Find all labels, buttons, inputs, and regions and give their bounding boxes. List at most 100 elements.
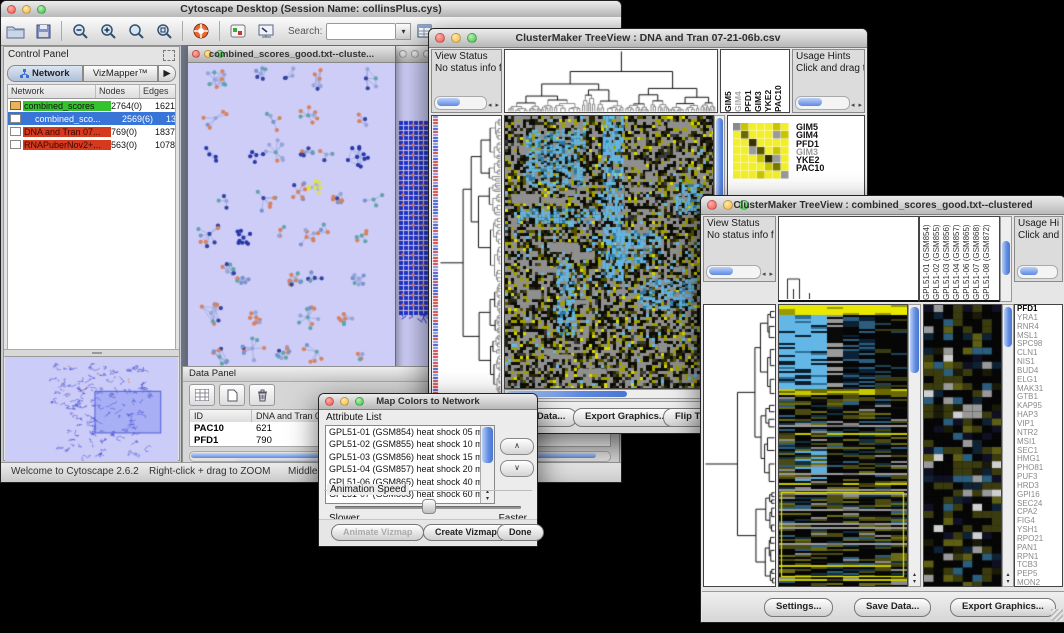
tab-overflow-arrow[interactable]: ▶	[158, 65, 176, 82]
dialog-titlebar[interactable]: Map Colors to Network	[319, 394, 537, 410]
gene-list: PFD1YRA1RNR4MSL1SPC98CLN1NIS1BUD4ELG1MAK…	[1015, 305, 1062, 587]
window-title: Cytoscape Desktop (Session Name: collins…	[1, 3, 621, 15]
attribute-list-scrollbar[interactable]: ▴▾	[480, 426, 494, 503]
done-button[interactable]: Done	[497, 524, 544, 541]
usage-hints-text: Click and drag tc	[793, 62, 864, 74]
network-frame-titlebar[interactable]: combined_scores_good.txt--cluste...	[188, 46, 395, 63]
scroll-arrows-icon[interactable]: ◂ ▸	[488, 101, 500, 109]
zoom-vertical-scrollbar[interactable]: ▴▾	[1002, 304, 1014, 587]
correlation-thumbnail-canvas[interactable]	[733, 123, 789, 179]
status-middle-hint: Middle-	[288, 466, 321, 477]
row-labels: GIM5GIM4PFD1GIM3YKE2PAC10	[796, 123, 824, 173]
heatmap-vertical-scrollbar[interactable]: ▴▾	[908, 304, 921, 587]
network-row[interactable]: RNAPuberNov2+... 563(0) 107847(0)	[8, 138, 175, 151]
scroll-arrows-icon[interactable]: ◂ ▸	[762, 270, 774, 278]
attribute-item[interactable]: GPL51-02 (GSM855) heat shock 10 min	[326, 438, 494, 450]
network-row[interactable]: combined_sco... 2569(6) 13112(15)	[8, 112, 175, 125]
annotation-icon[interactable]	[254, 20, 278, 42]
column-label[interactable]: GPL51-04 (GSM857)	[952, 217, 962, 300]
delete-attribute-icon[interactable]	[249, 384, 275, 406]
row-dendrogram-canvas[interactable]	[432, 116, 501, 396]
resize-grip-icon[interactable]	[1051, 609, 1063, 621]
network-file-icon	[10, 140, 21, 149]
usage-hints-label: Usage Hints	[793, 50, 864, 62]
heatmap-canvas[interactable]	[779, 305, 907, 586]
help-icon[interactable]	[189, 20, 213, 42]
column-label[interactable]: GPL51-02 (GSM855)	[932, 217, 942, 300]
usage-hints-panel: Usage Hi Click and	[1014, 216, 1063, 282]
zoom-fit-icon[interactable]	[124, 20, 148, 42]
attribute-table-icon[interactable]	[189, 384, 215, 406]
network-overview-canvas[interactable]	[5, 356, 178, 461]
column-label[interactable]: YKE2	[763, 50, 773, 112]
heatmap-canvas[interactable]	[505, 116, 713, 388]
view-status-scrollbar[interactable]	[706, 265, 761, 279]
heatmap-panel	[778, 304, 908, 587]
network-row[interactable]: DNA and Tran 07... 769(0) 183728(0)	[8, 125, 175, 138]
column-dendrogram-canvas[interactable]	[505, 50, 717, 112]
move-up-button[interactable]: ∧	[500, 438, 534, 455]
attribute-item[interactable]: GPL51-03 (GSM856) heat shock 15 min	[326, 451, 494, 463]
column-label[interactable]: GIM5	[723, 50, 733, 112]
column-dendrogram-panel	[504, 49, 718, 113]
treeview-window-combined: ClusterMaker TreeView : combined_scores_…	[700, 195, 1064, 623]
move-down-button[interactable]: ∨	[500, 460, 534, 477]
minimize-icon[interactable]	[411, 50, 419, 58]
slider-thumb[interactable]	[422, 499, 436, 514]
gene-label[interactable]: MON2	[1015, 579, 1062, 587]
column-label[interactable]: PAC10	[773, 50, 783, 112]
column-label[interactable]: GIM3	[753, 50, 763, 112]
search-input[interactable]	[326, 23, 396, 40]
tab-vizmapper[interactable]: VizMapper™	[83, 65, 159, 82]
new-attribute-icon[interactable]	[219, 384, 245, 406]
search-dropdown-icon[interactable]: ▾	[396, 23, 411, 40]
animate-vizmap-button[interactable]: Animate Vizmap	[331, 524, 424, 541]
column-label[interactable]: GPL51-07 (GSM868)	[972, 217, 982, 300]
column-label[interactable]: GPL51-08 (GSM872)	[982, 217, 992, 300]
row-label[interactable]: PAC10	[796, 164, 824, 172]
attribute-item[interactable]: GPL51-01 (GSM854) heat shock 05 min	[326, 426, 494, 438]
open-icon[interactable]	[3, 20, 27, 42]
column-label[interactable]: GPL51-06 (GSM865)	[962, 217, 972, 300]
treeview1-titlebar[interactable]: ClusterMaker TreeView : DNA and Tran 07-…	[429, 29, 867, 48]
usage-hints-scrollbar[interactable]	[795, 96, 850, 110]
zoom-in-icon[interactable]	[96, 20, 120, 42]
attribute-list-label: Attribute List	[326, 412, 382, 423]
column-label[interactable]: GPL51-03 (GSM856)	[942, 217, 952, 300]
animation-speed-label: Animation Speed	[327, 484, 409, 495]
column-label[interactable]: PFD1	[743, 50, 753, 112]
attribute-item[interactable]: GPL51-04 (GSM857) heat shock 20 min	[326, 463, 494, 475]
create-vizmap-button[interactable]: Create Vizmap	[423, 524, 509, 541]
save-data-button[interactable]: Save Data...	[854, 598, 931, 617]
usage-hints-panel: Usage Hints Click and drag tc ◂ ▸	[792, 49, 865, 113]
zoom-heatmap-canvas[interactable]	[924, 305, 1001, 586]
treeview2-titlebar[interactable]: ClusterMaker TreeView : combined_scores_…	[701, 196, 1064, 215]
zoom-selected-icon[interactable]	[152, 20, 176, 42]
tab-network[interactable]: Network	[7, 65, 83, 82]
usage-hints-scrollbar[interactable]	[1017, 265, 1058, 279]
column-label[interactable]: GIM4	[733, 50, 743, 112]
view-status-scrollbar[interactable]	[434, 96, 487, 110]
zoom-out-icon[interactable]	[68, 20, 92, 42]
column-label[interactable]: GPL51-01 (GSM854)	[922, 217, 932, 300]
settings-button[interactable]: Settings...	[764, 598, 833, 617]
scroll-arrows-icon[interactable]: ◂ ▸	[851, 101, 863, 109]
row-dendrogram-panel	[703, 304, 776, 587]
network-row[interactable]: combined_scores 2764(0) 16218(0)	[8, 99, 175, 112]
network-table-header: Network Nodes Edges	[7, 84, 176, 99]
float-panel-icon[interactable]	[163, 50, 175, 61]
export-graphics-button[interactable]: Export Graphics...	[950, 598, 1056, 617]
plugin-manager-icon[interactable]	[226, 20, 250, 42]
row-dendrogram-canvas[interactable]	[704, 305, 775, 586]
map-colors-dialog: Map Colors to Network Attribute List GPL…	[318, 393, 538, 547]
column-dendrogram-canvas[interactable]	[779, 217, 918, 299]
main-titlebar[interactable]: Cytoscape Desktop (Session Name: collins…	[1, 1, 621, 18]
network-table: combined_scores 2764(0) 16218(0) combine…	[7, 99, 176, 352]
network-view-canvas[interactable]	[188, 63, 393, 367]
save-icon[interactable]	[31, 20, 55, 42]
network-frame-title: combined_scores_good.txt--cluste...	[188, 49, 395, 60]
labels-scrollbar[interactable]	[1000, 216, 1012, 302]
view-status-text: No status info f	[432, 62, 501, 74]
close-icon[interactable]	[399, 50, 407, 58]
toolbar-separator	[61, 21, 62, 41]
